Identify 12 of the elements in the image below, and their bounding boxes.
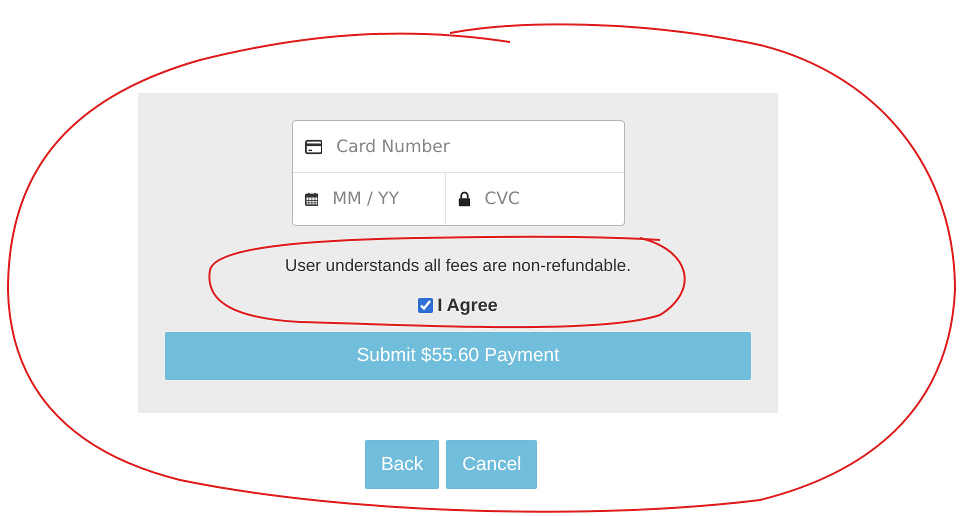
lock-icon <box>458 190 470 208</box>
credit-card-icon <box>304 138 322 154</box>
cvc-field[interactable]: CVC <box>482 188 612 210</box>
expiry-field[interactable]: MM / YY <box>330 188 432 210</box>
calendar-icon <box>304 190 318 208</box>
submit-button[interactable]: Submit $55.60 Payment <box>165 332 751 380</box>
fee-notice: User understands all fees are non-refundable. <box>285 256 631 276</box>
back-button[interactable]: Back <box>365 440 440 489</box>
card-number-field[interactable]: Card Number <box>334 136 612 158</box>
agree-checkbox[interactable] <box>418 298 434 313</box>
cancel-button[interactable]: Cancel <box>446 440 538 489</box>
agree-label: I Agree <box>437 295 498 316</box>
